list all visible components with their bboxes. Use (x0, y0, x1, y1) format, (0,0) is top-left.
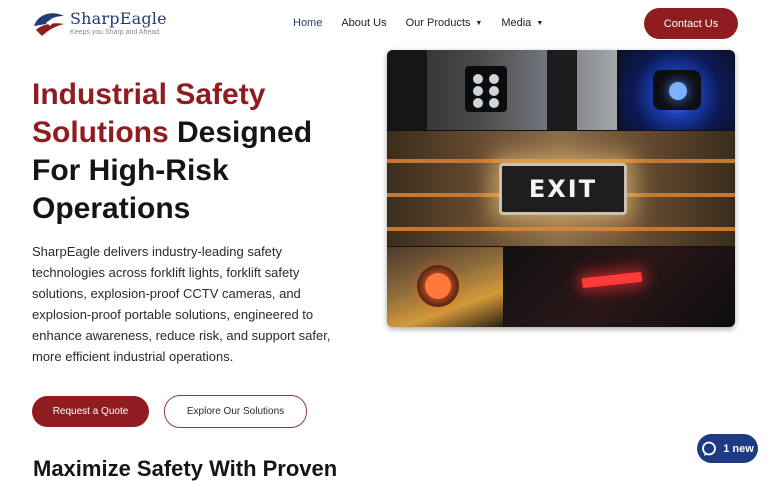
nav-label: Our Products (405, 17, 471, 29)
brand-logo[interactable]: SharpEagle Keeps you Sharp and Ahead (30, 8, 167, 40)
request-quote-button[interactable]: Request a Quote (32, 396, 149, 427)
caret-down-icon: ▼ (536, 19, 544, 27)
exit-sign: EXIT (499, 163, 627, 215)
orange-warning-light-photo (387, 247, 503, 327)
site-header: SharpEagle Keeps you Sharp and Ahead Hom… (0, 0, 770, 48)
hero-title-dark-3: Operations (32, 192, 191, 225)
hero-title-red-2: Solutions (32, 116, 169, 149)
main-nav: Home About Us Our Products ▼ Media ▼ (293, 17, 562, 29)
nav-item-home[interactable]: Home (293, 17, 322, 29)
hero-title: Industrial Safety Solutions Designed For… (32, 76, 372, 228)
nav-label: Media (501, 17, 532, 29)
brand-name: SharpEagle (70, 9, 167, 28)
blue-spot-light-photo (619, 50, 735, 130)
section-heading: Maximize Safety With Proven (33, 456, 338, 481)
exit-sign-photo: EXIT (387, 131, 735, 246)
caret-down-icon: ▼ (475, 19, 483, 27)
nav-item-our-products[interactable]: Our Products ▼ (406, 17, 483, 29)
product-collage-image: EXIT (387, 50, 735, 327)
chat-widget-button[interactable]: 1 new (697, 434, 758, 463)
nav-label: Home (293, 17, 323, 29)
nav-item-media[interactable]: Media ▼ (501, 17, 543, 29)
hero-title-dark-2: For High-Risk (32, 154, 229, 187)
nav-label: About Us (341, 17, 387, 29)
explore-solutions-button[interactable]: Explore Our Solutions (164, 395, 307, 428)
chat-new-count: 1 new (723, 442, 754, 455)
forklift-light-photo (387, 50, 617, 130)
brand-tagline: Keeps you Sharp and Ahead (70, 29, 160, 36)
hero-description: SharpEagle delivers industry-leading saf… (32, 244, 331, 364)
contact-us-button[interactable]: Contact Us (644, 8, 738, 39)
hero-title-dark-1: Designed (168, 116, 313, 149)
hero-title-red-1: Industrial Safety (32, 78, 266, 111)
red-zone-light-photo (504, 247, 735, 327)
chat-bubble-icon (702, 441, 717, 456)
led-work-light-icon (465, 66, 507, 112)
eagle-logo-icon (34, 13, 64, 36)
nav-item-about-us[interactable]: About Us (341, 17, 386, 29)
